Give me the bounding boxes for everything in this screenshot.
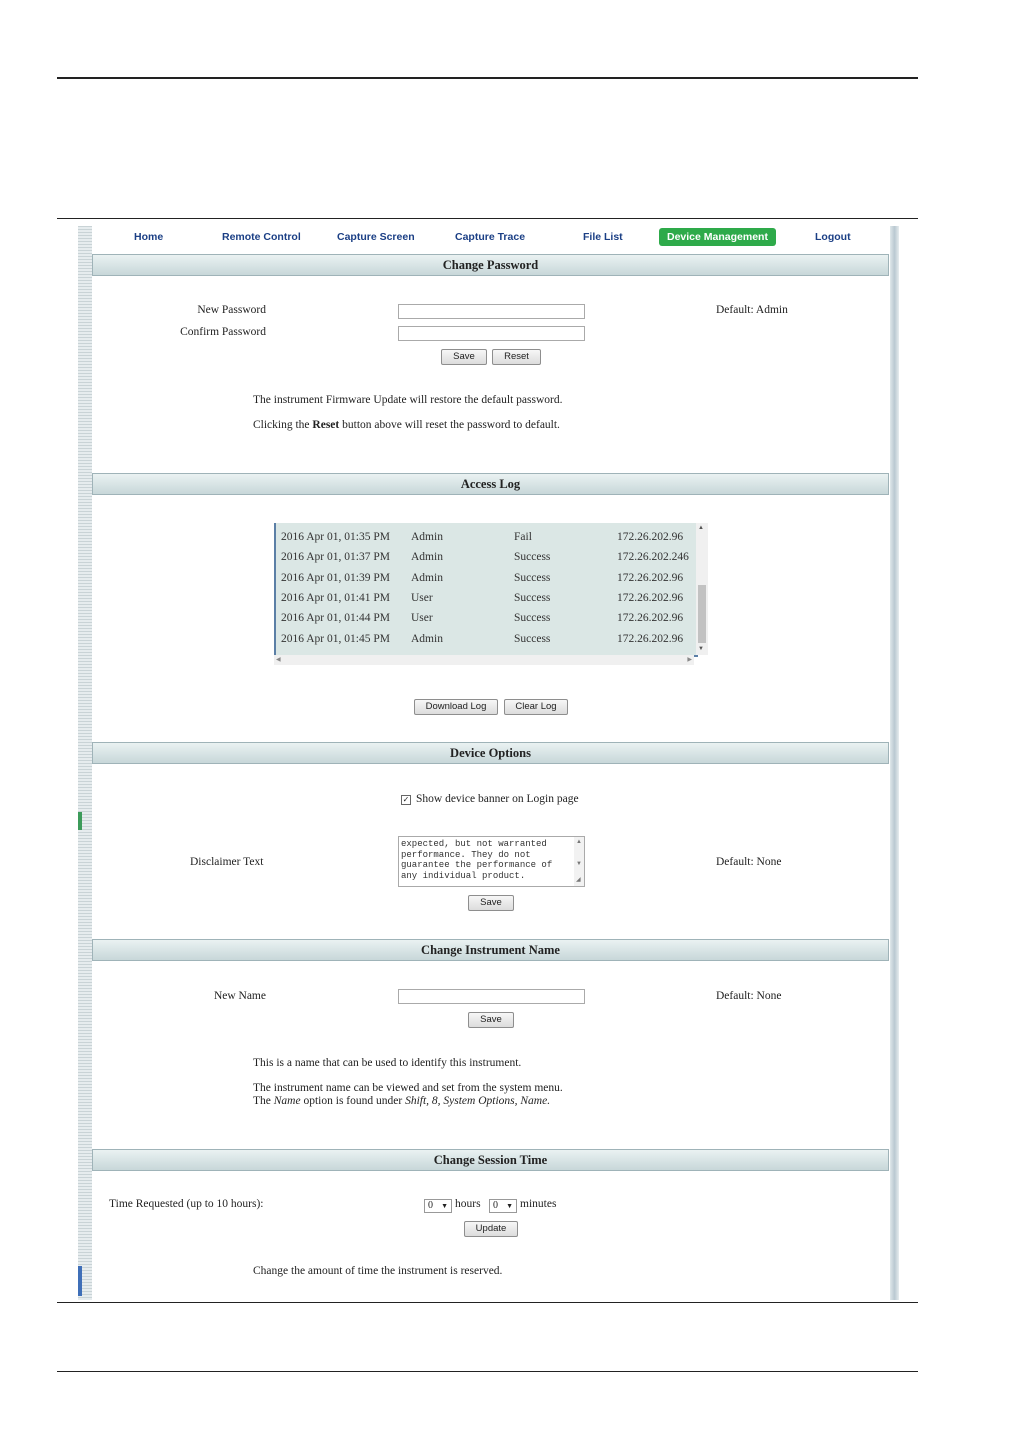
disclaimer-textarea[interactable]: expected, but not warranted performance.… [398,836,585,887]
name-default-text: Default: None [716,990,782,1002]
device-options-save-button[interactable]: Save [468,895,514,911]
log-cell-date: 2016 Apr 01, 01:44 PM [281,612,390,625]
disclaimer-default-text: Default: None [716,856,782,868]
access-log-vertical-scrollbar[interactable]: ▲ ▼ [696,523,708,655]
session-time-header: Change Session Time [92,1149,889,1171]
nav-device-management[interactable]: Device Management [659,228,776,246]
chevron-down-icon: ▼ [441,1202,448,1210]
scroll-down-arrow-icon[interactable]: ▼ [698,646,704,652]
instrument-name-header: Change Instrument Name [92,939,889,961]
log-cell-result: Success [514,632,551,645]
password-default-text: Default: Admin [716,304,788,316]
minutes-select[interactable]: 0 ▼ [489,1199,517,1213]
show-banner-label: Show device banner on Login page [416,793,579,805]
nav-capture-trace[interactable]: Capture Trace [455,231,525,243]
log-cell-user: Admin [411,531,443,543]
scroll-down-arrow-icon[interactable]: ▼ [576,861,582,867]
confirm-password-input[interactable] [398,326,585,341]
scroll-up-arrow-icon[interactable]: ▲ [698,525,704,531]
minutes-label: minutes [520,1198,557,1210]
device-options-header: Device Options [92,742,889,764]
log-cell-result: Success [514,591,551,604]
nav-file-list[interactable]: File List [583,231,623,243]
log-cell-user: User [411,591,433,604]
log-cell-ip: 172.26.202.246 [617,551,689,564]
session-time-note: Change the amount of time the instrument… [253,1265,503,1277]
log-cell-date: 2016 Apr 01, 01:41 PM [281,591,390,604]
page-bottom-rule [57,1371,918,1372]
log-cell-date: 2016 Apr 01, 01:45 PM [281,632,390,645]
access-log-header: Access Log [92,473,889,495]
log-cell-ip: 172.26.202.96 [617,571,684,584]
show-banner-checkbox[interactable]: ✓ [401,795,411,805]
log-cell-result: Success [514,551,551,564]
nav-remote-control[interactable]: Remote Control [222,231,301,243]
log-cell-ip: 172.26.202.96 [617,531,684,543]
nav-logout[interactable]: Logout [815,231,851,243]
log-cell-result: Success [514,612,551,625]
scrollbar-thumb[interactable] [698,585,706,643]
resize-grip-icon[interactable]: ◢ [576,876,581,883]
log-cell-date: 2016 Apr 01, 01:39 PM [281,571,390,584]
page-top-rule [57,77,918,79]
right-window-border [890,226,899,1300]
left-window-border [78,226,92,1300]
log-cell-user: Admin [411,551,443,564]
log-cell-ip: 172.26.202.96 [617,612,684,625]
hours-value: 0 [428,1200,433,1211]
figure-top-rule [57,218,918,219]
password-reset-button[interactable]: Reset [492,349,541,365]
disclaimer-scrollbar[interactable]: ▲ ▼ ◢ [574,837,584,886]
disclaimer-text: expected, but not warranted performance.… [401,839,553,881]
log-cell-user: Admin [411,632,443,645]
device-management-screenshot: Home Remote Control Capture Screen Captu… [78,226,899,1300]
new-name-input[interactable] [398,989,585,1004]
firmware-update-note: The instrument Firmware Update will rest… [253,394,563,406]
disclaimer-label: Disclaimer Text [190,856,264,868]
minutes-value: 0 [493,1200,498,1211]
scroll-up-arrow-icon[interactable]: ▲ [576,839,582,845]
update-session-button[interactable]: Update [464,1221,518,1237]
figure-bottom-rule [57,1302,918,1303]
scroll-right-arrow-icon[interactable]: ▶ [687,656,692,663]
log-cell-date: 2016 Apr 01, 01:37 PM [281,551,390,564]
download-log-button[interactable]: Download Log [414,699,498,715]
hours-select[interactable]: 0 ▼ [424,1199,452,1213]
new-name-label: New Name [213,990,266,1002]
time-requested-label: Time Requested (up to 10 hours): [109,1198,264,1210]
log-cell-ip: 172.26.202.96 [617,591,684,604]
scroll-left-arrow-icon[interactable]: ◀ [276,656,281,663]
log-cell-date: 2016 Apr 01, 01:35 PM [281,531,390,543]
new-password-label: New Password [197,304,266,316]
password-save-button[interactable]: Save [441,349,487,365]
log-cell-result: Fail [514,531,532,543]
log-cell-ip: 172.26.202.96 [617,632,684,645]
nav-home[interactable]: Home [134,231,163,243]
log-cell-user: User [411,612,433,625]
hours-label: hours [455,1198,481,1210]
chevron-down-icon: ▼ [506,1202,513,1210]
change-password-header: Change Password [92,254,889,276]
instrument-name-menu-note: The instrument name can be viewed and se… [253,1082,563,1094]
instrument-name-path-note: The Name option is found under Shift, 8,… [253,1095,551,1107]
clear-log-button[interactable]: Clear Log [504,699,568,715]
log-cell-result: Success [514,571,551,584]
confirm-password-label: Confirm Password [180,326,266,338]
access-log-horizontal-scrollbar[interactable]: ◀ ▶ [274,655,694,665]
log-cell-user: Admin [411,571,443,584]
reset-note: Clicking the Reset button above will res… [253,419,560,431]
instrument-name-note: This is a name that can be used to ident… [253,1057,522,1069]
top-navigation: Home Remote Control Capture Screen Captu… [92,226,890,252]
new-password-input[interactable] [398,304,585,319]
nav-capture-screen[interactable]: Capture Screen [337,231,415,243]
instrument-name-save-button[interactable]: Save [468,1012,514,1028]
access-log-list[interactable]: 2016 Apr 01, 01:33 PMAdminFail172.26.202… [274,523,698,657]
